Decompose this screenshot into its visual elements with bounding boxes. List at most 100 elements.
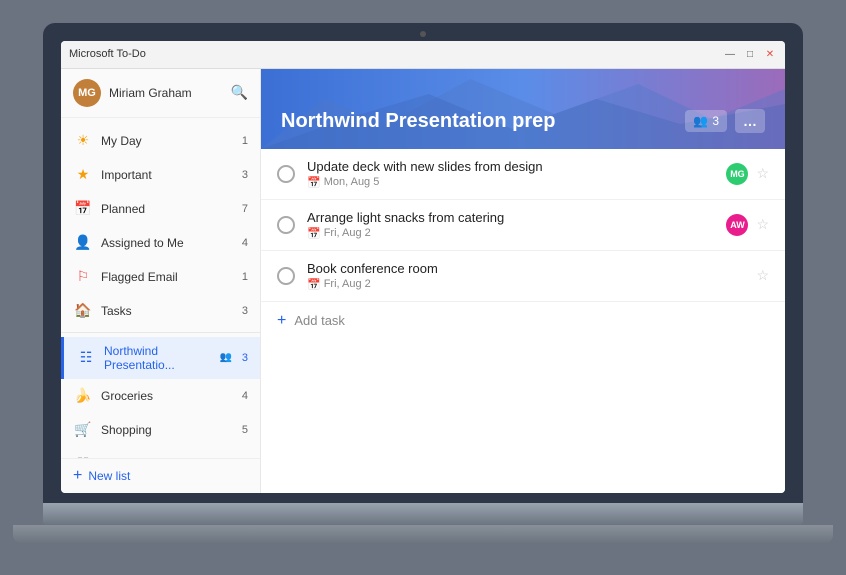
sidebar-item-badge: 4	[234, 390, 248, 402]
sidebar-item-label: My Day	[101, 134, 234, 148]
task-assignee-avatar: AW	[726, 214, 748, 236]
app-layout: MG Miriam Graham 🔍 ☀ My Day 1	[61, 69, 785, 493]
sidebar-item-tasks[interactable]: 🏠 Tasks 3	[61, 294, 260, 328]
screen-bezel: Microsoft To-Do — □ ✕ MG Miriam Graham	[43, 23, 803, 503]
sidebar-footer: + New list	[61, 458, 260, 493]
sidebar-item-shopping[interactable]: 🛒 Shopping 5	[61, 413, 260, 447]
close-button[interactable]: ✕	[763, 47, 777, 61]
member-count: 3	[712, 114, 719, 128]
laptop-base	[43, 503, 803, 525]
task-due: 📅 Fri, Aug 2	[307, 278, 756, 291]
sidebar-item-my-day[interactable]: ☀ My Day 1	[61, 124, 260, 158]
task-info: Book conference room 📅 Fri, Aug 2	[307, 261, 756, 291]
main-content: Northwind Presentation prep 👥 3 …	[261, 69, 785, 493]
more-options-button[interactable]: …	[735, 109, 765, 133]
list-icon: ☷	[76, 348, 96, 368]
sidebar-item-badge: 3	[234, 305, 248, 317]
sidebar-item-planned[interactable]: 📅 Planned 7	[61, 192, 260, 226]
task-item[interactable]: Book conference room 📅 Fri, Aug 2 ☆	[261, 251, 785, 302]
task-checkbox[interactable]	[277, 216, 295, 234]
sidebar-item-groceries[interactable]: 🍌 Groceries 4	[61, 379, 260, 413]
calendar-icon-small: 📅	[307, 278, 321, 291]
sidebar-item-errands[interactable]: ☷ Errands 4	[61, 447, 260, 458]
task-checkbox[interactable]	[277, 267, 295, 285]
task-due: 📅 Fri, Aug 2	[307, 227, 726, 240]
member-count-button[interactable]: 👥 3	[685, 110, 727, 132]
sidebar-item-flagged[interactable]: ⚐ Flagged Email 1	[61, 260, 260, 294]
sidebar-item-badge: 5	[234, 424, 248, 436]
sidebar-item-label: Errands	[101, 457, 234, 458]
window-controls: — □ ✕	[723, 47, 777, 61]
user-name: Miriam Graham	[109, 86, 192, 100]
task-star-button[interactable]: ☆	[756, 165, 769, 182]
sidebar-item-label: Groceries	[101, 389, 234, 403]
laptop-shell: Microsoft To-Do — □ ✕ MG Miriam Graham	[43, 23, 803, 553]
list2-icon: ☷	[73, 454, 93, 458]
bag-icon: 🍌	[73, 386, 93, 406]
search-button[interactable]: 🔍	[231, 84, 248, 101]
new-list-button[interactable]: + New list	[73, 467, 248, 485]
task-actions: AW ☆	[726, 214, 769, 236]
sidebar-header: MG Miriam Graham 🔍	[61, 69, 260, 118]
sidebar-item-label: Shopping	[101, 423, 234, 437]
task-due: 📅 Mon, Aug 5	[307, 176, 726, 189]
main-title: Northwind Presentation prep	[281, 110, 555, 133]
sidebar-item-label: Assigned to Me	[101, 236, 234, 250]
task-actions: ☆	[756, 267, 769, 284]
add-task-label: Add task	[294, 313, 345, 328]
sidebar-item-badge: 1	[234, 135, 248, 147]
sidebar-item-label: Flagged Email	[101, 270, 234, 284]
header-actions: 👥 3 …	[685, 109, 765, 133]
app-window: Microsoft To-Do — □ ✕ MG Miriam Graham	[61, 41, 785, 493]
task-title: Arrange light snacks from catering	[307, 210, 726, 225]
calendar-icon-small: 📅	[307, 227, 321, 240]
sidebar-item-label: Planned	[101, 202, 234, 216]
task-info: Arrange light snacks from catering 📅 Fri…	[307, 210, 726, 240]
sidebar-item-badge: 3	[234, 169, 248, 181]
sidebar: MG Miriam Graham 🔍 ☀ My Day 1	[61, 69, 261, 493]
task-actions: MG ☆	[726, 163, 769, 185]
task-item[interactable]: Arrange light snacks from catering 📅 Fri…	[261, 200, 785, 251]
laptop-bottom	[13, 525, 833, 543]
add-task-row[interactable]: + Add task	[261, 302, 785, 340]
add-icon: +	[277, 312, 286, 330]
sidebar-item-label: Important	[101, 168, 234, 182]
nav-items: ☀ My Day 1 ★ Important 3 📅	[61, 118, 260, 458]
sidebar-item-badge: 4	[234, 237, 248, 249]
flag-icon: ⚐	[73, 267, 93, 287]
star-icon: ★	[73, 165, 93, 185]
task-assignee-avatar: MG	[726, 163, 748, 185]
minimize-button[interactable]: —	[723, 47, 737, 61]
sidebar-item-label: Tasks	[101, 304, 234, 318]
home-icon: 🏠	[73, 301, 93, 321]
members-icon: 👥	[693, 114, 708, 128]
window-title: Microsoft To-Do	[69, 48, 146, 60]
calendar-icon-small: 📅	[307, 176, 321, 189]
maximize-button[interactable]: □	[743, 47, 757, 61]
sidebar-item-badge: 7	[234, 203, 248, 215]
nav-divider	[61, 332, 260, 333]
sidebar-item-important[interactable]: ★ Important 3	[61, 158, 260, 192]
cart-icon: 🛒	[73, 420, 93, 440]
camera	[420, 31, 426, 37]
tasks-list: Update deck with new slides from design …	[261, 149, 785, 493]
person-icon: 👤	[73, 233, 93, 253]
user-info: MG Miriam Graham	[73, 79, 192, 107]
task-item[interactable]: Update deck with new slides from design …	[261, 149, 785, 200]
task-title: Update deck with new slides from design	[307, 159, 726, 174]
user-avatar: MG	[73, 79, 101, 107]
window-chrome: Microsoft To-Do — □ ✕	[61, 41, 785, 69]
task-info: Update deck with new slides from design …	[307, 159, 726, 189]
new-list-label: New list	[88, 469, 130, 483]
sidebar-item-northwind[interactable]: ☷ Northwind Presentatio... 👥 3	[61, 337, 260, 379]
plus-icon: +	[73, 467, 82, 485]
sidebar-item-badge: 3	[234, 352, 248, 364]
task-star-button[interactable]: ☆	[756, 216, 769, 233]
sun-icon: ☀	[73, 131, 93, 151]
sidebar-item-badge: 1	[234, 271, 248, 283]
calendar-icon: 📅	[73, 199, 93, 219]
task-title: Book conference room	[307, 261, 756, 276]
sidebar-item-assigned[interactable]: 👤 Assigned to Me 4	[61, 226, 260, 260]
task-star-button[interactable]: ☆	[756, 267, 769, 284]
task-checkbox[interactable]	[277, 165, 295, 183]
